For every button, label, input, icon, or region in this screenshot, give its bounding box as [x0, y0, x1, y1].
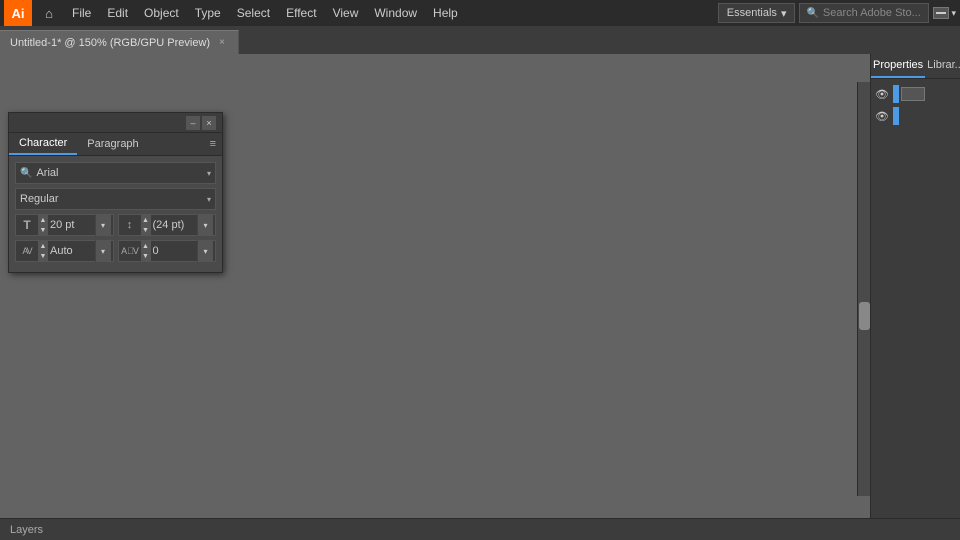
- menu-object[interactable]: Object: [136, 0, 187, 26]
- leading-spinners: ▲ ▼: [141, 215, 151, 235]
- font-size-icon: T: [18, 218, 36, 232]
- tracking-icon: A⃓V: [121, 246, 139, 256]
- kerning-icon: AV: [18, 246, 36, 256]
- leading-down[interactable]: ▼: [141, 225, 151, 235]
- layer-row: 👁: [871, 105, 960, 127]
- font-size-down[interactable]: ▼: [38, 225, 48, 235]
- menu-select[interactable]: Select: [229, 0, 278, 26]
- kerning-down[interactable]: ▼: [38, 251, 48, 261]
- font-size-input[interactable]: [50, 219, 93, 231]
- font-family-input[interactable]: [36, 167, 203, 179]
- doc-tab-title: Untitled-1* @ 150% (RGB/GPU Preview): [10, 37, 210, 49]
- character-panel-tabs: Character Paragraph ≡: [9, 133, 222, 156]
- tracking-dropdown[interactable]: ▾: [197, 240, 213, 262]
- font-style-input[interactable]: [20, 193, 207, 205]
- tracking-up[interactable]: ▲: [141, 241, 151, 251]
- layer-color-swatch: [893, 85, 899, 103]
- font-search-row: 🔍 ▾: [15, 162, 216, 184]
- right-panel: Properties Librar... 👁 👁: [870, 54, 960, 518]
- kerning-up[interactable]: ▲: [38, 241, 48, 251]
- tab-character[interactable]: Character: [9, 133, 77, 155]
- menu-edit[interactable]: Edit: [99, 0, 136, 26]
- vertical-scrollbar[interactable]: [857, 82, 870, 496]
- leading-up[interactable]: ▲: [141, 215, 151, 225]
- tracking-spinners: ▲ ▼: [141, 241, 151, 261]
- kerning-tracking-row: AV ▲ ▼ ▾ A⃓V ▲ ▼ ▾: [15, 240, 216, 262]
- workspace-dropdown-arrow: ▾: [951, 8, 956, 19]
- font-size-dropdown[interactable]: ▾: [95, 214, 111, 236]
- essentials-arrow: ▾: [781, 7, 787, 20]
- menu-file[interactable]: File: [64, 0, 99, 26]
- tracking-group: A⃓V ▲ ▼ ▾: [118, 240, 217, 262]
- kerning-spinners: ▲ ▼: [38, 241, 48, 261]
- search-icon: 🔍: [806, 8, 818, 19]
- menu-help[interactable]: Help: [425, 0, 466, 26]
- kerning-input[interactable]: [50, 245, 93, 257]
- leading-input[interactable]: [153, 219, 196, 231]
- ai-logo: Ai: [4, 0, 32, 26]
- home-button[interactable]: ⌂: [36, 0, 62, 26]
- leading-dropdown[interactable]: ▾: [197, 214, 213, 236]
- essentials-dropdown[interactable]: Essentials ▾: [718, 3, 796, 23]
- layer-row: 👁: [871, 83, 960, 105]
- font-size-leading-row: T ▲ ▼ ▾ ↕ ▲ ▼ ▾: [15, 214, 216, 236]
- menu-right: Essentials ▾ 🔍 Search Adobe Sto... ▾: [718, 3, 956, 23]
- character-panel: – × Character Paragraph ≡ 🔍 ▾ ▾: [8, 112, 223, 273]
- layer-visibility-toggle[interactable]: 👁: [875, 87, 889, 101]
- workspace-switcher[interactable]: ▾: [933, 7, 956, 19]
- menu-view[interactable]: View: [325, 0, 367, 26]
- status-bar: Layers: [0, 518, 960, 540]
- panel-titlebar: – ×: [9, 113, 222, 133]
- scrollbar-thumb[interactable]: [859, 302, 870, 330]
- font-family-dropdown-arrow[interactable]: ▾: [207, 169, 211, 178]
- tracking-down[interactable]: ▼: [141, 251, 151, 261]
- font-size-up[interactable]: ▲: [38, 215, 48, 225]
- panel-menu-icon[interactable]: ≡: [204, 134, 222, 154]
- font-size-spinners: ▲ ▼: [38, 215, 48, 235]
- kerning-dropdown[interactable]: ▾: [95, 240, 111, 262]
- main-area: Properties Librar... 👁 👁 –: [0, 54, 960, 518]
- layers-list: 👁 👁: [871, 79, 960, 131]
- menu-bar: Ai ⌂ File Edit Object Type Select Effect…: [0, 0, 960, 26]
- panel-window-buttons: – ×: [186, 116, 216, 130]
- layer-color-swatch: [893, 107, 899, 125]
- right-panel-tabs: Properties Librar...: [871, 54, 960, 79]
- menu-effect[interactable]: Effect: [278, 0, 324, 26]
- essentials-label: Essentials: [727, 7, 777, 19]
- leading-icon: ↕: [121, 219, 139, 231]
- search-placeholder: Search Adobe Sto...: [823, 7, 921, 19]
- tab-properties[interactable]: Properties: [871, 54, 925, 78]
- kerning-group: AV ▲ ▼ ▾: [15, 240, 114, 262]
- leading-group: ↕ ▲ ▼ ▾: [118, 214, 217, 236]
- panel-close-button[interactable]: ×: [202, 116, 216, 130]
- menu-type[interactable]: Type: [187, 0, 229, 26]
- font-search-icon: 🔍: [20, 168, 32, 179]
- document-tab[interactable]: Untitled-1* @ 150% (RGB/GPU Preview) ×: [0, 30, 239, 54]
- font-style-row: ▾: [15, 188, 216, 210]
- layers-label: Layers: [10, 524, 43, 536]
- tracking-input[interactable]: [153, 245, 196, 257]
- tab-paragraph[interactable]: Paragraph: [77, 134, 148, 154]
- font-size-group: T ▲ ▼ ▾: [15, 214, 114, 236]
- search-box[interactable]: 🔍 Search Adobe Sto...: [799, 3, 929, 23]
- layer-visibility-toggle[interactable]: 👁: [875, 109, 889, 123]
- character-panel-body: 🔍 ▾ ▾ T ▲ ▼ ▾: [9, 156, 222, 272]
- layer-thumbnail: [901, 87, 925, 101]
- tab-libraries[interactable]: Librar...: [925, 54, 960, 78]
- tab-close-button[interactable]: ×: [216, 37, 228, 49]
- font-style-dropdown-arrow[interactable]: ▾: [207, 195, 211, 204]
- tab-bar: Untitled-1* @ 150% (RGB/GPU Preview) ×: [0, 26, 960, 54]
- panel-minimize-button[interactable]: –: [186, 116, 200, 130]
- menu-window[interactable]: Window: [366, 0, 425, 26]
